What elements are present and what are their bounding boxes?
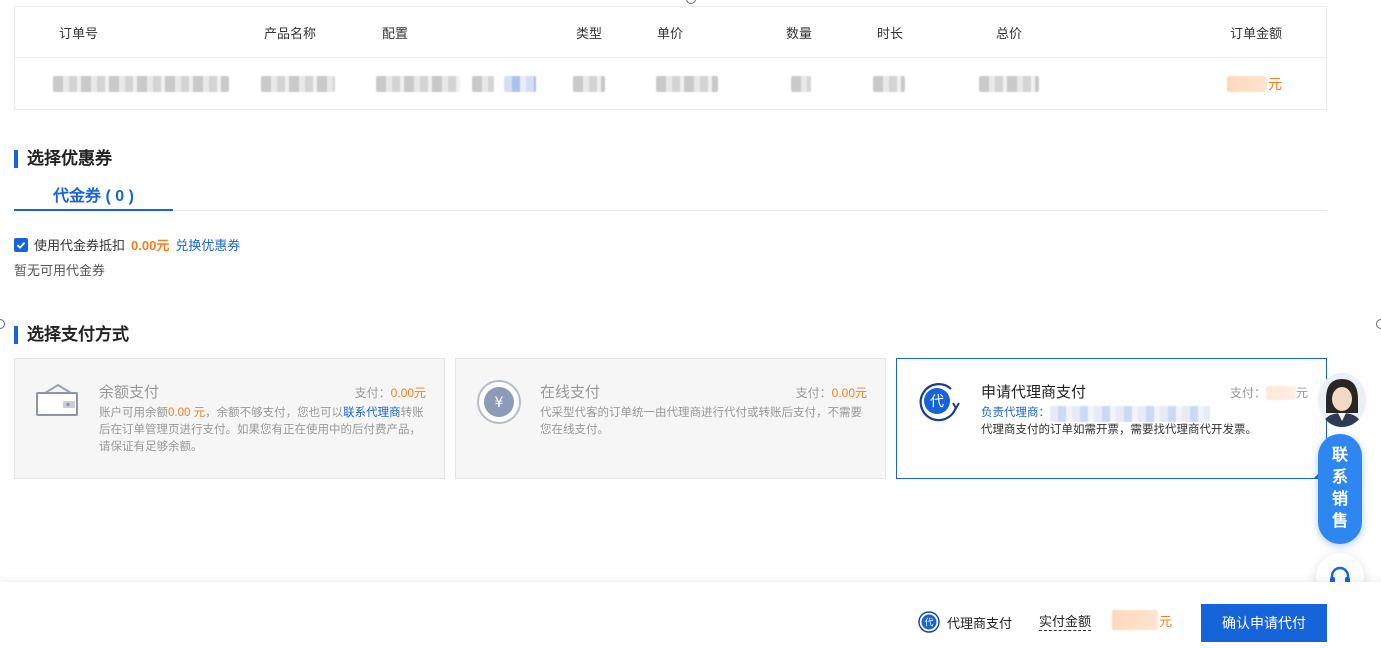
amount-redacted: [1112, 610, 1158, 630]
cell-order-amount: 元: [1227, 58, 1282, 110]
bottom-action-bar: 代 代理商支付 实付金额 元 确认申请代付: [0, 582, 1381, 648]
redeem-coupon-link[interactable]: 兑换优惠券: [175, 235, 240, 254]
agent-pay-icon: 代: [915, 377, 965, 427]
no-coupon-text: 暂无可用代金券: [14, 263, 106, 278]
payment-method-balance[interactable]: 余额支付 支付：0.00元 账户可用余额0.00 元，余额不够支付，您也可以联系…: [14, 358, 445, 479]
desc-prefix: 账户可用余额: [99, 407, 168, 419]
online-pay-desc: 代采型代客的订单统一由代理商进行代付或转账后支付，不需要您在线支付。: [540, 407, 862, 436]
header-quantity: 数量: [786, 25, 813, 41]
amount-label: 支付：: [1229, 386, 1266, 400]
cell-quantity-redacted: [791, 58, 811, 110]
yen-coin-icon: ¥: [474, 377, 524, 427]
amount-unit: 元: [1268, 76, 1282, 92]
cell-duration-redacted: [873, 58, 905, 110]
sales-char: 联: [1331, 447, 1348, 464]
contact-agent-link[interactable]: 联系代理商: [343, 407, 401, 419]
desc-mid: ，余额不够支付，您也可以: [205, 407, 344, 419]
balance-pay-desc: 账户可用余额0.00 元，余额不够支付，您也可以联系代理商转账后在订单管理页进行…: [99, 405, 428, 456]
sales-char: 系: [1331, 469, 1348, 486]
agent-name-redacted: [1050, 405, 1210, 422]
agent-pay-desc: 负责代理商： 代理商支付的订单如需开票，需要找代理商代开发票。: [981, 405, 1310, 439]
sales-avatar[interactable]: [1318, 373, 1366, 427]
sales-char: 销: [1331, 491, 1348, 508]
coupon-tabs: 代金券 ( 0 ): [14, 184, 1327, 211]
header-product-name: 产品名称: [264, 25, 317, 41]
payment-section-title: 选择支付方式: [14, 325, 129, 345]
available-balance: 0.00 元: [168, 407, 206, 419]
cell-total-redacted: [979, 58, 1039, 110]
selected-method-indicator: 代 代理商支付: [918, 611, 1012, 633]
header-total: 总价: [996, 25, 1023, 41]
amount-unit: 元: [1159, 614, 1173, 629]
balance-pay-title: 余额支付: [99, 384, 160, 401]
agent-pay-amount: 支付： 元: [1230, 384, 1308, 401]
agent-pay-title: 申请代理商支付: [981, 384, 1087, 401]
order-table: 订单号 产品名称 配置 类型 单价 数量 时长 总价 订单金额 元: [14, 6, 1327, 110]
header-config: 配置: [382, 25, 409, 41]
amount-label: 支付：: [795, 386, 832, 400]
cell-config-redacted: [376, 58, 536, 110]
selected-method-label: 代理商支付: [947, 615, 1013, 631]
cell-unit-price-redacted: [656, 58, 718, 110]
amount-redacted: [1265, 385, 1296, 400]
agent-label: 负责代理商：: [981, 407, 1050, 419]
balance-pay-amount: 支付：0.00元: [355, 384, 426, 401]
resize-handle-right[interactable]: [1376, 319, 1381, 329]
contact-sales-button[interactable]: 联 系 销 售: [1318, 434, 1362, 544]
agent-pay-note: 代理商支付的订单如需开票，需要找代理商代开发票。: [981, 424, 1257, 436]
order-table-header: 订单号 产品名称 配置 类型 单价 数量 时长 总价 订单金额: [15, 7, 1326, 58]
agent-pay-icon: 代: [918, 611, 940, 633]
agent-icon-char: 代: [930, 394, 944, 410]
header-duration: 时长: [877, 25, 904, 41]
tab-voucher[interactable]: 代金券 ( 0 ): [14, 184, 173, 211]
use-coupon-checkbox[interactable]: [14, 237, 28, 252]
amount-value: 0.00元: [390, 386, 426, 400]
online-pay-amount: 支付：0.00元: [796, 384, 867, 401]
payment-method-online[interactable]: ¥ 在线支付 支付：0.00元 代采型代客的订单统一由代理商进行代付或转账后支付…: [455, 358, 886, 479]
use-coupon-row: 使用代金券抵扣 0.00元 兑换优惠券: [14, 235, 240, 254]
header-order-amount: 订单金额: [1230, 25, 1283, 41]
coupon-discount-amount: 0.00元: [131, 238, 170, 253]
header-order-no: 订单号: [59, 25, 99, 41]
coupon-section-title: 选择优惠券: [14, 149, 112, 169]
actual-amount-value: 元: [1112, 610, 1172, 630]
payment-method-agent[interactable]: 代 申请代理商支付 支付： 元 负责代理商： 代理商支付的订单如需开票，需要找代理…: [896, 358, 1327, 479]
check-icon: [16, 241, 26, 249]
amount-label: 支付：: [354, 386, 391, 400]
sales-char: 售: [1331, 513, 1348, 530]
resize-handle-left[interactable]: [0, 319, 5, 329]
confirm-agent-pay-button[interactable]: 确认申请代付: [1201, 604, 1327, 642]
resize-handle-top[interactable]: [686, 0, 696, 4]
header-unit-price: 单价: [657, 25, 684, 41]
table-row: 元: [15, 58, 1326, 110]
agent-icon-char: 代: [924, 618, 933, 629]
actual-amount-label[interactable]: 实付金额: [1039, 614, 1092, 631]
amount-value: 0.00元: [831, 386, 867, 400]
online-pay-title: 在线支付: [540, 384, 601, 401]
cell-type-redacted: [573, 58, 605, 110]
cell-product-name-redacted: [261, 58, 335, 110]
wallet-icon: [33, 377, 83, 427]
header-type: 类型: [576, 25, 603, 41]
cell-order-no-redacted: [53, 58, 229, 110]
amount-unit: 元: [1295, 386, 1308, 400]
use-coupon-label: 使用代金券抵扣: [34, 238, 126, 253]
svg-text:¥: ¥: [495, 395, 504, 411]
